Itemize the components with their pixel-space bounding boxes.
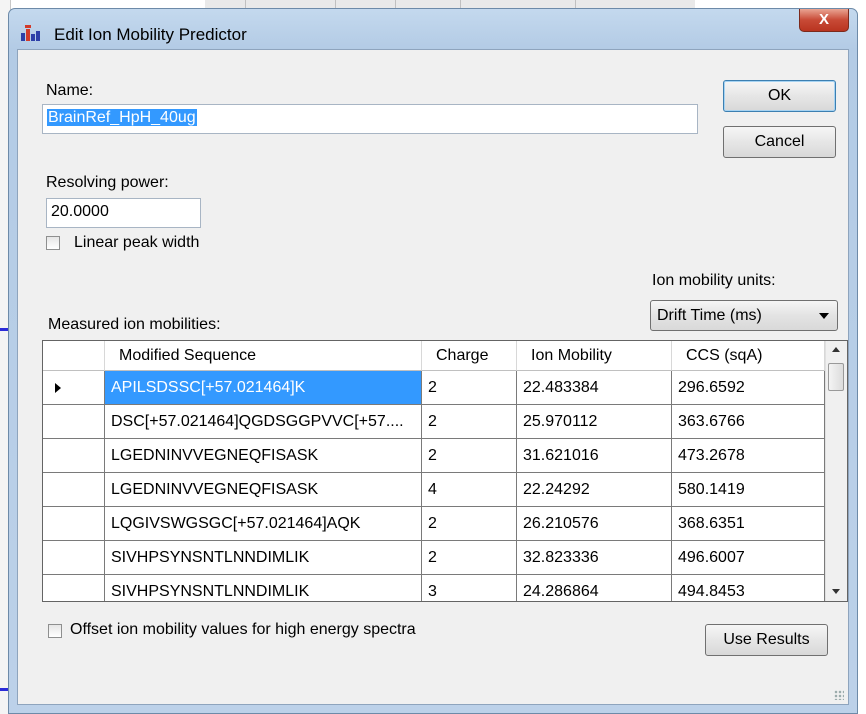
ion-mobility-cell[interactable]: 32.823336 — [517, 541, 672, 575]
resolving-power-label: Resolving power: — [46, 174, 169, 191]
offset-ion-mobility-label[interactable]: Offset ion mobility values for high ener… — [70, 621, 416, 639]
column-header-modified-sequence[interactable]: Modified Sequence — [105, 341, 422, 371]
cancel-button[interactable]: Cancel — [723, 126, 836, 158]
use-results-button[interactable]: Use Results — [705, 624, 828, 656]
name-label: Name: — [46, 82, 94, 99]
row-header[interactable] — [43, 439, 105, 473]
column-header-ccs[interactable]: CCS (sqA) — [672, 341, 825, 371]
ccs-cell[interactable]: 473.2678 — [672, 439, 825, 473]
ccs-cell[interactable]: 580.1419 — [672, 473, 825, 507]
measured-ion-mobilities-label: Measured ion mobilities: — [48, 316, 221, 333]
ok-button[interactable]: OK — [723, 80, 836, 112]
charge-cell[interactable]: 3 — [422, 575, 517, 601]
title-bar[interactable]: Edit Ion Mobility Predictor X — [9, 9, 857, 49]
ion-mobility-cell[interactable]: 24.286864 — [517, 575, 672, 601]
sequence-cell[interactable]: LGEDNINVVEGNEQFISASK — [105, 473, 422, 507]
resolving-power-input[interactable]: 20.0000 — [46, 198, 201, 228]
sequence-cell[interactable]: LQGIVSWGSGC[+57.021464]AQK — [105, 507, 422, 541]
name-input[interactable]: BrainRef_HpH_40ug — [42, 104, 698, 134]
ion-mobility-cell[interactable]: 25.970112 — [517, 405, 672, 439]
ion-mobility-units-value: Drift Time (ms) — [657, 307, 762, 324]
sequence-cell[interactable]: SIVHPSYNSNTLNNDIMLIK — [105, 575, 422, 601]
ion-mobility-cell[interactable]: 26.210576 — [517, 507, 672, 541]
ccs-cell[interactable]: 496.6007 — [672, 541, 825, 575]
charge-cell[interactable]: 4 — [422, 473, 517, 507]
sequence-cell[interactable]: DSC[+57.021464]QGDSGGPVVC[+57.... — [105, 405, 422, 439]
row-header[interactable] — [43, 575, 105, 601]
charge-cell[interactable]: 2 — [422, 405, 517, 439]
column-header-ion-mobility[interactable]: Ion Mobility — [517, 341, 672, 371]
resolving-power-value: 20.0000 — [51, 203, 109, 220]
row-header[interactable] — [43, 541, 105, 575]
ion-mobility-cell[interactable]: 31.621016 — [517, 439, 672, 473]
charge-cell[interactable]: 2 — [422, 541, 517, 575]
ion-mobility-units-select[interactable]: Drift Time (ms) — [650, 300, 838, 331]
dialog-content: Name: BrainRef_HpH_40ug OK Cancel Resolv… — [17, 49, 849, 705]
ion-mobility-cell[interactable]: 22.24292 — [517, 473, 672, 507]
dialog-window: Edit Ion Mobility Predictor X Name: Brai… — [8, 8, 858, 714]
row-header[interactable] — [43, 507, 105, 541]
sequence-cell[interactable]: APILSDSSC[+57.021464]K — [105, 371, 422, 405]
linear-peak-width-checkbox[interactable] — [46, 236, 60, 250]
skyline-app-icon — [21, 25, 40, 41]
ion-mobility-cell[interactable]: 22.483384 — [517, 371, 672, 405]
resize-grip-icon[interactable] — [834, 690, 844, 700]
name-value: BrainRef_HpH_40ug — [47, 109, 197, 126]
row-header[interactable] — [43, 371, 105, 405]
sequence-cell[interactable]: LGEDNINVVEGNEQFISASK — [105, 439, 422, 473]
close-button[interactable]: X — [799, 9, 849, 32]
sequence-cell[interactable]: SIVHPSYNSNTLNNDIMLIK — [105, 541, 422, 575]
row-header[interactable] — [43, 405, 105, 439]
column-header-charge[interactable]: Charge — [422, 341, 517, 371]
scroll-up-icon[interactable] — [826, 341, 847, 359]
grid-corner — [43, 341, 105, 371]
dialog-title: Edit Ion Mobility Predictor — [54, 25, 247, 44]
ion-mobility-units-label: Ion mobility units: — [652, 272, 776, 289]
chevron-down-icon — [819, 313, 829, 319]
row-header[interactable] — [43, 473, 105, 507]
ion-mobility-grid[interactable]: Modified Sequence Charge Ion Mobility CC… — [42, 340, 848, 602]
charge-cell[interactable]: 2 — [422, 439, 517, 473]
ccs-cell[interactable]: 368.6351 — [672, 507, 825, 541]
linear-peak-width-label[interactable]: Linear peak width — [74, 234, 199, 252]
ccs-cell[interactable]: 296.6592 — [672, 371, 825, 405]
current-row-arrow-icon — [55, 383, 61, 393]
close-icon: X — [818, 11, 829, 28]
charge-cell[interactable]: 2 — [422, 371, 517, 405]
offset-ion-mobility-checkbox[interactable] — [48, 624, 62, 638]
scroll-down-icon[interactable] — [826, 583, 847, 601]
ccs-cell[interactable]: 494.8453 — [672, 575, 825, 601]
scroll-thumb[interactable] — [828, 363, 844, 391]
grid-vertical-scrollbar[interactable] — [825, 341, 847, 601]
charge-cell[interactable]: 2 — [422, 507, 517, 541]
ccs-cell[interactable]: 363.6766 — [672, 405, 825, 439]
